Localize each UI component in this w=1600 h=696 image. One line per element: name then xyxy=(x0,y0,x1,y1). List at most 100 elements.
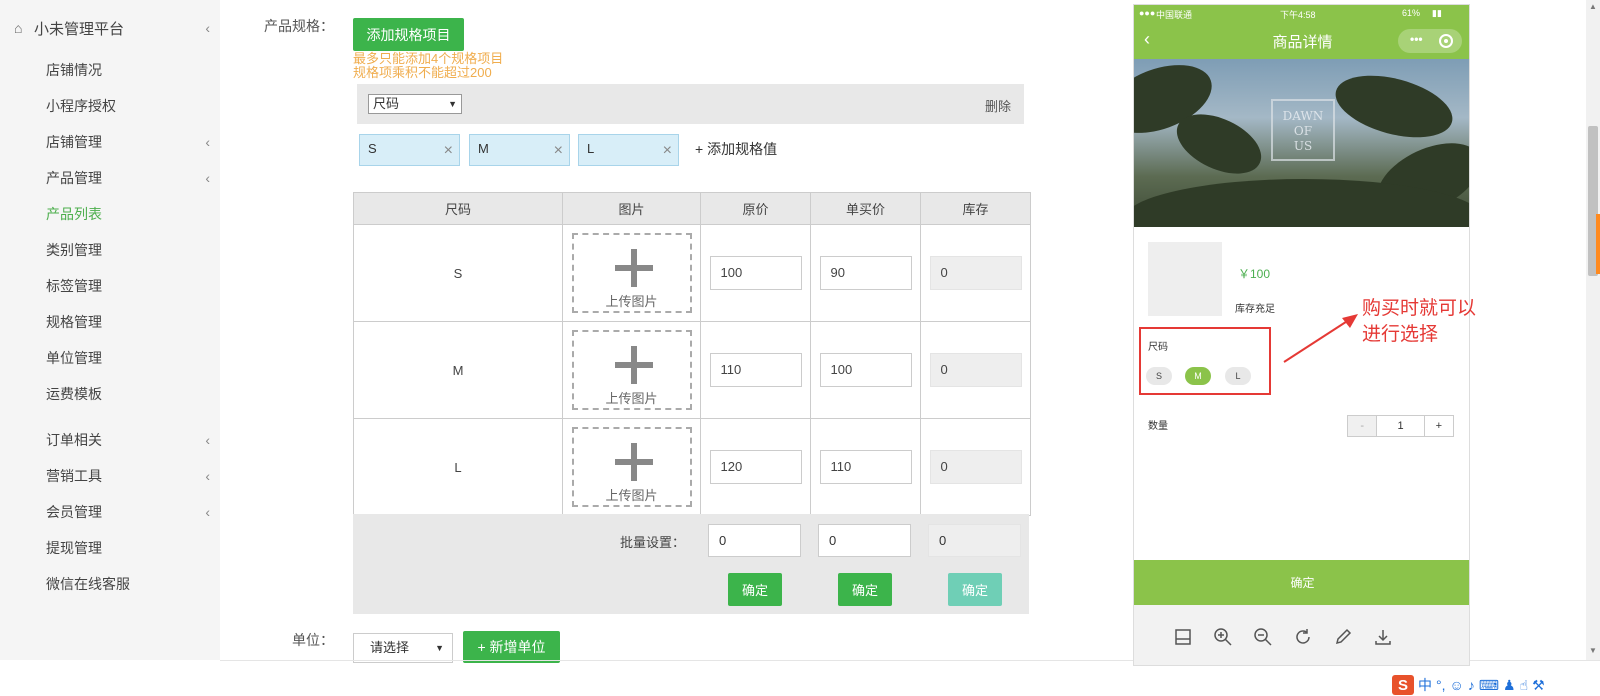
table-header: 图片 xyxy=(562,192,701,225)
emoji-icon[interactable]: ☺ xyxy=(1450,677,1464,693)
sidebar-item-shipping[interactable]: 运费模板 xyxy=(46,382,210,406)
single-price-input[interactable]: 100 xyxy=(819,353,912,387)
sidebar-item-label: 单位管理 xyxy=(46,350,102,366)
table-row: M 上传图片 110 100 0 xyxy=(353,321,1031,419)
original-price-input[interactable]: 100 xyxy=(709,256,802,290)
sidebar-item-marketing[interactable]: 营销工具 ‹ xyxy=(46,464,210,488)
spec-price-table: 尺码 图片 原价 单买价 库存 S 上传图片 100 90 0 M 上传图片 1… xyxy=(353,192,1031,516)
phone-confirm-button[interactable]: 确定 xyxy=(1134,560,1469,605)
batch-original-price-input[interactable]: 0 xyxy=(708,524,801,557)
close-icon[interactable]: × xyxy=(663,142,672,160)
upload-label: 上传图片 xyxy=(605,391,658,406)
sidebar-item-store-status[interactable]: 店铺情况 xyxy=(46,58,210,82)
stock-cell: 0 xyxy=(920,321,1031,419)
add-unit-button[interactable]: + 新增单位 xyxy=(463,631,560,663)
upload-image-button[interactable]: 上传图片 xyxy=(571,330,692,410)
batch-confirm-price-button[interactable]: 确定 xyxy=(728,573,782,606)
delete-spec-link[interactable]: 删除 xyxy=(985,96,1011,115)
sidebar-item-miniprogram-auth[interactable]: 小程序授权 xyxy=(46,94,210,118)
sidebar-brand[interactable]: ⌂ 小未管理平台 ‹ xyxy=(14,18,210,38)
edit-icon[interactable] xyxy=(1333,627,1353,647)
ime-lang-toggle[interactable]: 中 xyxy=(1418,675,1432,695)
upload-image-button[interactable]: 上传图片 xyxy=(571,233,692,313)
batch-single-price-input[interactable]: 0 xyxy=(818,524,911,557)
single-price-input[interactable]: 90 xyxy=(819,256,912,290)
carrier-label: 中国联通 xyxy=(1156,10,1193,20)
sidebar-item-members[interactable]: 会员管理 ‹ xyxy=(46,500,210,524)
sidebar-item-units[interactable]: 单位管理 xyxy=(46,346,210,370)
wrench-icon[interactable]: ⚒ xyxy=(1532,677,1545,694)
user-icon[interactable]: ♟ xyxy=(1503,677,1516,694)
sidebar-item-withdraw[interactable]: 提现管理 xyxy=(46,536,210,560)
rotate-icon[interactable] xyxy=(1293,627,1313,647)
price-cell: 110 xyxy=(700,321,811,419)
sidebar-item-label: 小程序授权 xyxy=(46,98,116,114)
product-price: ￥100 xyxy=(1238,267,1271,281)
batch-confirm-stock-button[interactable]: 确定 xyxy=(948,573,1002,606)
sidebar-item-label: 类别管理 xyxy=(46,242,102,258)
page-scrollbar[interactable]: ▲ ▼ xyxy=(1586,0,1600,660)
quantity-minus-button[interactable]: - xyxy=(1348,416,1378,436)
size-cell: S xyxy=(353,224,563,322)
plus-icon-stem xyxy=(630,443,637,481)
sidebar-item-product-list[interactable]: 产品列表 xyxy=(46,202,210,226)
stock-cell: 0 xyxy=(920,224,1031,322)
scroll-up-icon[interactable]: ▲ xyxy=(1589,2,1597,11)
brand-label: 小未管理平台 xyxy=(34,20,125,38)
table-header: 原价 xyxy=(700,192,811,225)
table-header: 单买价 xyxy=(810,192,921,225)
close-miniprogram-icon[interactable] xyxy=(1439,34,1453,48)
tag-label: L xyxy=(587,141,595,156)
keyboard-icon[interactable]: ⌨ xyxy=(1479,677,1499,694)
single-price-cell: 100 xyxy=(810,321,921,419)
unit-select[interactable]: 请选择 ▼ xyxy=(353,633,453,663)
close-icon[interactable]: × xyxy=(554,142,563,160)
sidebar-item-label: 店铺情况 xyxy=(46,62,102,78)
unit-label: 单位： xyxy=(292,632,334,648)
zoom-in-icon[interactable] xyxy=(1213,627,1233,647)
sidebar-item-category[interactable]: 类别管理 xyxy=(46,238,210,262)
sidebar-item-tags[interactable]: 标签管理 xyxy=(46,274,210,298)
upload-image-button[interactable]: 上传图片 xyxy=(571,427,692,507)
sidebar-item-product-manage[interactable]: 产品管理 ‹ xyxy=(46,166,210,190)
tag-label: M xyxy=(478,141,489,156)
punctuation-icon[interactable]: °, xyxy=(1436,677,1446,693)
spec-select-value: 尺码 xyxy=(373,96,400,111)
single-price-input[interactable]: 110 xyxy=(819,450,912,484)
sidebar-item-store-manage[interactable]: 店铺管理 ‹ xyxy=(46,130,210,154)
status-time: 下午4:58 xyxy=(1280,10,1316,20)
spec-value-tag: L × xyxy=(578,134,679,166)
spec-select[interactable]: 尺码 ▼ xyxy=(368,94,462,114)
sidebar-item-wechat-service[interactable]: 微信在线客服 xyxy=(46,572,210,596)
original-price-input[interactable]: 120 xyxy=(709,450,802,484)
sidebar-item-specs[interactable]: 规格管理 xyxy=(46,310,210,334)
skin-icon[interactable]: ☝ xyxy=(1520,677,1529,694)
spec-hint-max: 最多只能添加4个规格项目 xyxy=(353,51,504,66)
image-cell: 上传图片 xyxy=(562,224,701,322)
close-icon[interactable]: × xyxy=(444,142,453,160)
unit-select-value: 请选择 xyxy=(370,640,410,655)
sogou-logo-icon[interactable]: S xyxy=(1392,675,1414,695)
add-spec-button[interactable]: 添加规格项目 xyxy=(353,18,464,51)
scroll-down-icon[interactable]: ▼ xyxy=(1589,646,1597,655)
download-icon[interactable] xyxy=(1373,627,1393,647)
batch-confirm-single-button[interactable]: 确定 xyxy=(838,573,892,606)
add-spec-value-link[interactable]: + 添加规格值 xyxy=(695,139,777,159)
fit-icon[interactable] xyxy=(1173,627,1193,647)
microphone-icon[interactable]: ♪ xyxy=(1468,677,1475,693)
battery-level: 61% xyxy=(1402,8,1421,18)
original-price-input[interactable]: 110 xyxy=(709,353,802,387)
zoom-out-icon[interactable] xyxy=(1253,627,1273,647)
miniprogram-capsule: ••• xyxy=(1398,29,1462,53)
quantity-value[interactable]: 1 xyxy=(1377,416,1424,436)
quantity-plus-button[interactable]: + xyxy=(1423,416,1454,436)
table-row: L 上传图片 120 110 0 xyxy=(353,418,1031,516)
highlight-box xyxy=(1139,327,1271,395)
size-cell: M xyxy=(353,321,563,419)
caret-down-icon: ▼ xyxy=(448,99,457,109)
product-hero-image: DAWN OF US xyxy=(1134,59,1469,227)
sidebar-item-label: 产品管理 xyxy=(46,170,102,186)
sidebar-item-orders[interactable]: 订单相关 ‹ xyxy=(46,428,210,452)
more-icon[interactable]: ••• xyxy=(1410,32,1423,46)
chevron-left-icon: ‹ xyxy=(205,170,210,186)
